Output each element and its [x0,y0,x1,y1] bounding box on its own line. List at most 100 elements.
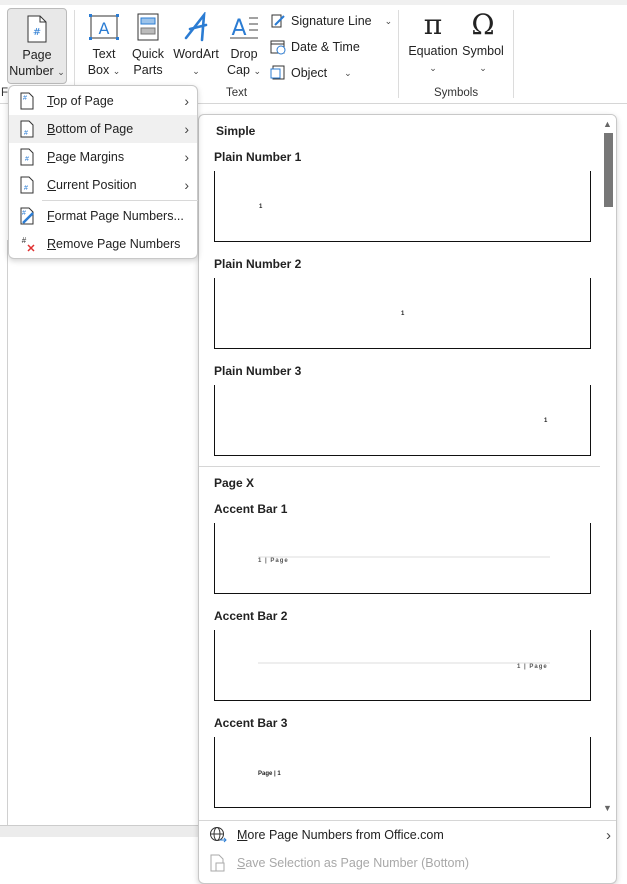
menu-item-label: Top of Page [47,94,114,108]
page-bottom-number-icon: # [20,120,34,138]
chevron-right-icon: › [184,93,189,109]
more-page-numbers-button[interactable]: More Page Numbers from Office.com › [209,826,611,844]
page-number-label-1: Page [22,48,52,62]
remove-page-numbers-icon: # [22,236,35,252]
gallery-item-title: Accent Bar 1 [214,502,288,516]
wordart-icon [184,12,208,42]
quick-parts-label-2: Parts [133,63,163,77]
page-number-button[interactable]: # Page Number ⌄ [7,8,67,84]
group-label-header-footer: F [1,87,9,99]
page-number-menu: # Top of Page › # Bottom of Page › # Page … [8,85,198,259]
preview-number: 1 | Page [258,558,289,564]
gallery-item-title: Plain Number 3 [214,364,302,378]
chevron-down-icon: ⌄ [253,66,261,76]
gallery-scrollbar[interactable] [601,115,616,820]
page-margin-number-icon: # [20,148,34,166]
menu-item-top-of-page[interactable]: # Top of Page › [9,87,197,115]
gallery-item-accent-bar-2[interactable]: 1 | Page [214,630,591,701]
object-label: Object [291,66,328,80]
gallery-item-plain-number-1[interactable]: 1 [214,171,591,242]
gallery-item-title: Plain Number 2 [214,257,302,271]
preview-number: 1 [259,204,263,210]
chevron-right-icon: › [184,177,189,193]
page-number-label-2: Number [9,64,54,78]
divider [398,10,399,98]
symbol-button[interactable]: Ω Symbol ⌄ [461,9,505,76]
section-divider [199,466,600,467]
group-label-text: Text [226,87,248,99]
drop-cap-label-1: Drop [230,47,258,61]
chevron-right-icon: › [184,121,189,137]
svg-text:#: # [33,27,41,38]
svg-text:A: A [99,19,110,38]
date-time-label: Date & Time [291,40,360,54]
signature-line-icon [271,14,285,28]
wordart-label: WordArt [173,47,219,61]
status-area [0,825,200,837]
menu-item-label: Format Page Numbers... [47,209,184,223]
section-header-page-x: Page X [214,476,255,490]
menu-item-label: Remove Page Numbers [47,237,181,251]
drop-cap-button[interactable]: A Drop Cap ⌄ [224,12,264,79]
page-edge [7,240,8,826]
divider [513,10,514,98]
gallery-item-title: Accent Bar 2 [214,609,288,623]
format-page-numbers-icon: # [20,207,34,225]
chevron-down-icon: ⌄ [344,67,352,78]
chevron-down-icon: ⌄ [429,63,437,73]
gallery-item-plain-number-3[interactable]: 1 [214,385,591,456]
menu-item-label: Current Position [47,178,137,192]
page-number-icon: # [27,15,47,43]
save-selection-button[interactable]: Save Selection as Page Number (Bottom) [209,854,469,872]
gallery-item-accent-bar-3[interactable]: Page | 1 [214,737,591,808]
scrollbar-thumb[interactable] [604,133,613,207]
group-label-symbols: Symbols [434,87,479,99]
menu-item-format-page-numbers[interactable]: # Format Page Numbers... [9,202,197,230]
equation-button[interactable]: π Equation ⌄ [407,9,459,76]
signature-line-button[interactable]: Signature Line ⌄ [270,13,392,29]
scroll-up-arrow-icon[interactable]: ▲ [603,119,612,129]
text-box-button[interactable]: A Text Box ⌄ [84,12,124,79]
section-header-simple: Simple [216,124,256,138]
object-button[interactable]: Object ⌄ [270,65,352,81]
gallery-item-accent-bar-1[interactable]: 1 | Page [214,523,591,594]
save-to-gallery-icon [210,854,225,872]
date-time-button[interactable]: Date & Time [270,39,360,55]
chevron-down-icon: ⌄ [192,66,200,76]
chevron-down-icon: ⌄ [479,63,487,73]
menu-item-remove-page-numbers[interactable]: # Remove Page Numbers [9,230,197,258]
preview-number: Page | 1 [258,771,281,777]
preview-number: 1 | Page [517,664,548,670]
chevron-right-icon: › [606,826,611,844]
equation-label: Equation [408,44,458,58]
omega-icon: Ω [471,8,495,41]
preview-number: 1 [401,311,405,317]
scroll-down-arrow-icon[interactable]: ▼ [603,803,612,813]
save-selection-label: Save Selection as Page Number (Bottom) [237,856,470,870]
gallery-item-title: Plain Number 1 [214,150,302,164]
text-box-label-2: Box [87,63,110,77]
chevron-down-icon: ⌄ [112,66,121,76]
menu-item-current-position[interactable]: # Current Position › [9,171,197,199]
gallery-item-plain-number-2[interactable]: 1 [214,278,591,349]
menu-divider [42,200,198,201]
svg-text:A: A [231,16,246,41]
chevron-down-icon: ⌄ [57,67,65,77]
page-top-number-icon: # [20,92,34,110]
menu-item-bottom-of-page[interactable]: # Bottom of Page › [9,115,197,143]
text-box-label-1: Text [92,47,116,61]
wordart-button[interactable]: WordArt ⌄ [172,12,220,79]
footer-divider [199,820,616,821]
object-icon [270,65,285,80]
preview-number: 1 [544,418,548,424]
drop-cap-icon: A [230,16,258,41]
globe-icon [210,827,227,843]
menu-item-page-margins[interactable]: # Page Margins › [9,143,197,171]
gallery-item-title: Accent Bar 3 [214,716,288,730]
quick-parts-label-1: Quick [132,47,164,61]
pi-icon: π [423,8,443,41]
svg-text:#: # [22,210,26,217]
signature-line-label: Signature Line [291,14,372,28]
quick-parts-button[interactable]: Quick Parts ⌄ [128,12,168,95]
menu-item-label: Page Margins [47,150,125,164]
